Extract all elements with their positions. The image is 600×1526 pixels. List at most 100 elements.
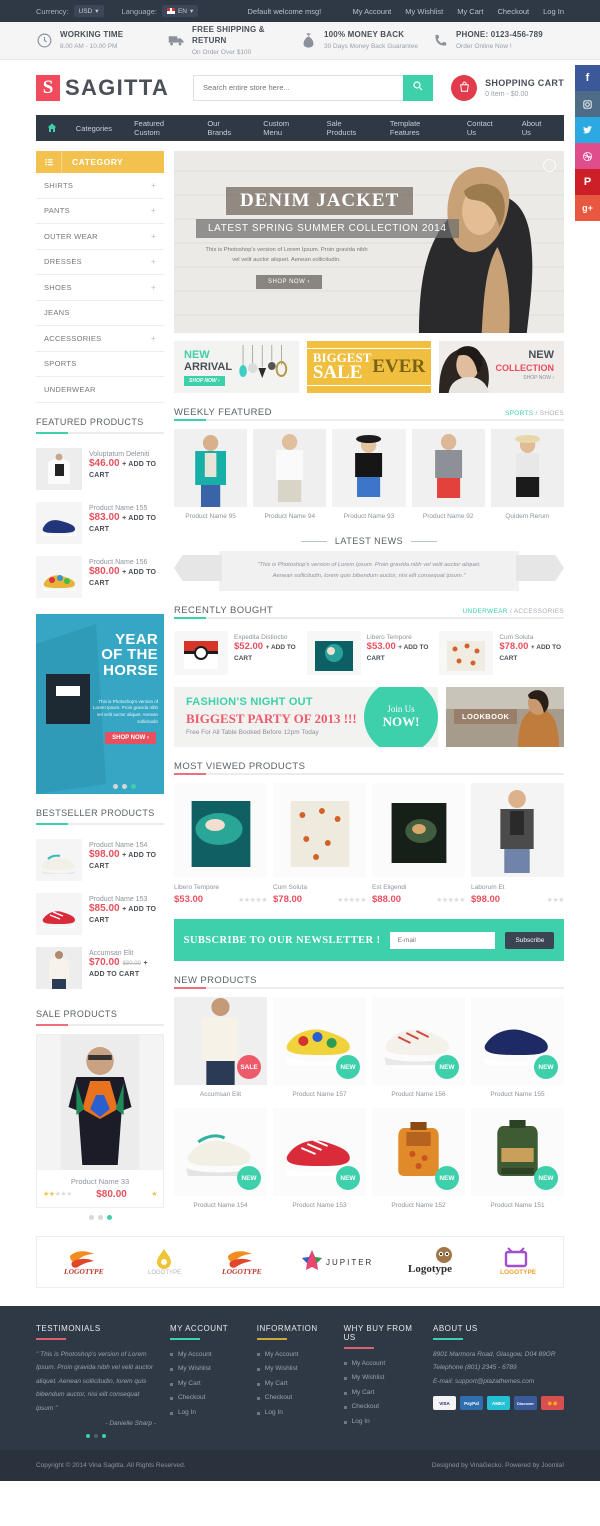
promo-new-collection[interactable]: NEW COLLECTION SHOP NOW › — [439, 341, 565, 393]
filter-underwear[interactable]: UNDERWEAR — [463, 608, 508, 615]
sidebar-item-shoes[interactable]: SHOES + — [36, 275, 164, 301]
footer-link[interactable]: My Account — [170, 1348, 243, 1363]
top-link-checkout[interactable]: Checkout — [497, 7, 529, 16]
product-card[interactable]: NEW Product Name 154 — [174, 1108, 267, 1209]
nav-item-featured-custom[interactable]: Featured Custom — [123, 119, 196, 137]
nav-item-sale-products[interactable]: Sale Products — [316, 119, 379, 137]
footer-link[interactable]: Checkout — [257, 1391, 330, 1406]
nav-item-our-brands[interactable]: Our Brands — [196, 119, 252, 137]
top-link-log-in[interactable]: Log In — [543, 7, 564, 16]
search-box[interactable] — [193, 74, 434, 101]
top-link-my-account[interactable]: My Account — [353, 7, 392, 16]
shopping-cart[interactable]: SHOPPING CART 0 Item - $0.00 — [451, 74, 564, 101]
sidebar-item-sports[interactable]: SPORTS — [36, 352, 164, 377]
product-card[interactable]: Est Eligendi $88.00 ★★★★★ — [372, 783, 465, 905]
footer-link[interactable]: Checkout — [170, 1391, 243, 1406]
dot-active[interactable] — [131, 783, 136, 789]
footer-link[interactable]: My Account — [257, 1348, 330, 1363]
carousel-dots[interactable] — [113, 783, 136, 789]
product-card[interactable]: Cum Soluta $78.00 ★★★★★ — [273, 783, 366, 905]
sidebar-item-dresses[interactable]: DRESSES + — [36, 250, 164, 275]
footer-link[interactable]: Log In — [257, 1406, 330, 1421]
promo-new-arrival[interactable]: NEW ARRIVAL SHOP NOW › — [174, 341, 299, 393]
filter-sports[interactable]: SPORTS — [505, 410, 533, 417]
list-item[interactable]: Product Name 156 $80.00 + ADD TO CART — [36, 550, 164, 604]
footer-link[interactable]: My Account — [344, 1357, 419, 1372]
hero-shop-now-button[interactable]: SHOP NOW › — [256, 275, 322, 289]
sidebar-item-underwear[interactable]: UNDERWEAR — [36, 377, 164, 403]
nav-item-contact-us[interactable]: Contact Us — [456, 119, 511, 137]
top-link-my-wishlist[interactable]: My Wishlist — [405, 7, 443, 16]
pinterest-icon[interactable]: P — [575, 169, 600, 195]
wishlist-star-icon[interactable]: ★ — [151, 1190, 157, 1198]
dot[interactable] — [113, 783, 118, 789]
product-card[interactable]: Product Name 94 — [253, 429, 327, 520]
footer-link[interactable]: My Cart — [257, 1377, 330, 1392]
slider-next-button[interactable] — [543, 159, 556, 172]
dot[interactable] — [97, 1214, 103, 1220]
product-card[interactable]: NEW Product Name 157 — [273, 997, 366, 1098]
nav-item-about-us[interactable]: About Us — [511, 119, 560, 137]
top-link-my-cart[interactable]: My Cart — [457, 7, 483, 16]
product-card[interactable]: SALE Accumsan Elit — [174, 997, 267, 1098]
lookbook-banner[interactable]: LOOKBOOK — [446, 687, 564, 747]
list-item[interactable]: Product Name 155 $83.00 + ADD TO CART — [36, 496, 164, 550]
language-select[interactable]: EN ▾ — [161, 5, 199, 17]
sale-product-card[interactable]: Product Name 33 ★★★★★ $80.00 ★ — [36, 1033, 164, 1208]
promo-biggest-sale[interactable]: BIGGEST SALE EVER — [306, 341, 432, 393]
nav-item-categories[interactable]: Categories — [65, 124, 123, 133]
promo-shop-now-button[interactable]: SHOP NOW › — [523, 375, 554, 381]
banner-shop-now-button[interactable]: SHOP NOW › — [105, 731, 156, 744]
footer-link[interactable]: Log In — [344, 1415, 419, 1430]
footer-link[interactable]: My Cart — [344, 1386, 419, 1401]
hero-slider[interactable]: DENIM JACKET LATEST SPRING SUMMER COLLEC… — [174, 151, 564, 333]
logo[interactable]: S SAGITTA — [36, 74, 169, 101]
filter-shoes[interactable]: SHOES — [540, 410, 564, 417]
brand-logo-3[interactable]: LOGOTYPE — [220, 1246, 266, 1278]
dot-active[interactable] — [85, 1433, 90, 1438]
instagram-icon[interactable] — [575, 91, 600, 117]
list-item[interactable]: Voluptatum Deleniti $46.00 + ADD TO CART — [36, 442, 164, 496]
footer-link[interactable]: My Cart — [170, 1377, 243, 1392]
product-card[interactable]: Quidem Rerum — [490, 429, 565, 520]
footer-link[interactable]: Checkout — [344, 1400, 419, 1415]
product-card[interactable]: NEW Product Name 153 — [273, 1108, 366, 1209]
footer-link[interactable]: Log In — [170, 1406, 243, 1421]
newsletter-subscribe-button[interactable]: Subscribe — [505, 931, 555, 949]
product-card[interactable]: Cum Soluta $78.00 + ADD TO CART — [439, 631, 564, 675]
newsletter-email-input[interactable] — [390, 931, 496, 949]
twitter-icon[interactable] — [575, 117, 600, 143]
product-card[interactable]: NEW Product Name 152 — [372, 1108, 465, 1209]
facebook-icon[interactable]: f — [575, 65, 600, 91]
product-card[interactable]: Product Name 93 — [332, 429, 406, 520]
language-selector[interactable]: Language: EN ▾ — [122, 5, 199, 17]
search-button[interactable] — [403, 74, 434, 101]
product-card[interactable]: Expedita Distinctio $52.00 + ADD TO CART — [174, 631, 299, 675]
brand-logo-6[interactable]: LOGOTYPE — [494, 1246, 538, 1278]
home-icon[interactable] — [40, 115, 65, 141]
brand-logo-jupiter[interactable]: JUPITER — [300, 1248, 372, 1276]
dot-active[interactable] — [106, 1214, 112, 1220]
join-us-button[interactable]: Join Us NOW! — [364, 687, 438, 747]
brand-logo-5[interactable]: Logotype — [406, 1246, 460, 1278]
list-item[interactable]: Product Name 153 $85.00 + ADD TO CART — [36, 887, 164, 941]
sidebar-item-outer-wear[interactable]: OUTER WEAR + — [36, 224, 164, 250]
brand-logo-1[interactable]: LOGOTYPE — [62, 1246, 108, 1278]
product-card[interactable]: NEW Product Name 155 — [471, 997, 564, 1098]
product-card[interactable]: Product Name 92 — [411, 429, 485, 520]
product-card[interactable]: Product Name 95 — [174, 429, 248, 520]
nav-item-custom-menu[interactable]: Custom Menu — [252, 119, 315, 137]
dribbble-icon[interactable] — [575, 143, 600, 169]
product-card[interactable]: NEW Product Name 151 — [471, 1108, 564, 1209]
sidebar-item-shirts[interactable]: SHIRTS + — [36, 173, 164, 199]
brand-logo-2[interactable]: LOGOTYPE — [142, 1246, 186, 1278]
sidebar-item-pants[interactable]: PANTS + — [36, 199, 164, 224]
dot[interactable] — [122, 783, 127, 789]
product-card[interactable]: Libero Tempore $53.00 ★★★★★ — [174, 783, 267, 905]
fashion-banner-left[interactable]: FASHION’S NIGHT OUT BIGGEST PARTY OF 201… — [174, 687, 438, 747]
googleplus-icon[interactable]: g+ — [575, 195, 600, 221]
product-card[interactable]: NEW Product Name 156 — [372, 997, 465, 1098]
filter-accessories[interactable]: ACCESSORIES — [514, 608, 564, 615]
list-item[interactable]: Product Name 154 $98.00 + ADD TO CART — [36, 833, 164, 887]
dot[interactable] — [88, 1214, 94, 1220]
